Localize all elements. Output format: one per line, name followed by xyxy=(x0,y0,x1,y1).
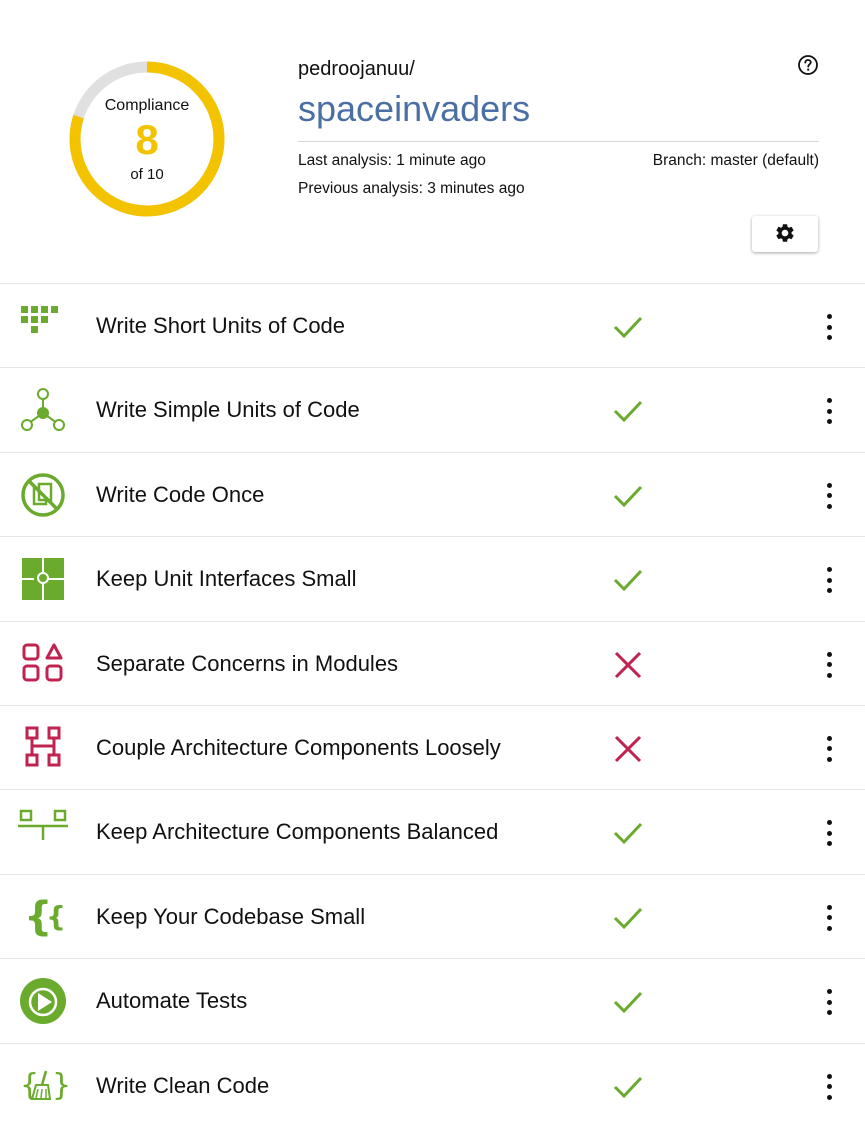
cross-icon xyxy=(612,734,644,764)
balance-icon xyxy=(18,809,68,855)
guideline-row[interactable]: Separate Concerns in Modules xyxy=(0,620,865,705)
guideline-row[interactable]: Write Code Once xyxy=(0,451,865,536)
gear-icon xyxy=(774,222,796,247)
guideline-row[interactable]: Write Short Units of Code xyxy=(0,283,865,367)
guideline-row[interactable]: { { Keep Your Codebase Small xyxy=(0,873,865,958)
guideline-label: Automate Tests xyxy=(96,988,248,1014)
guideline-label: Write Short Units of Code xyxy=(96,313,346,338)
check-icon xyxy=(612,312,644,342)
last-analysis: Last analysis: 1 minute ago xyxy=(298,152,486,169)
menu-dot xyxy=(826,324,832,330)
more-vert-icon[interactable] xyxy=(818,482,840,509)
compliance-gauge: Compliance 8 of 10 xyxy=(68,60,226,218)
header-divider xyxy=(298,141,819,142)
check-icon xyxy=(612,481,644,511)
check-icon xyxy=(612,818,644,848)
guideline-label: Keep Your Codebase Small xyxy=(96,903,366,929)
menu-dot xyxy=(826,335,832,340)
guideline-label: Separate Concerns in Modules xyxy=(96,650,399,676)
simple-units-icon xyxy=(18,387,68,433)
more-vert-icon[interactable] xyxy=(818,989,840,1016)
compliance-text: Compliance 8 of 10 xyxy=(68,60,226,218)
check-icon xyxy=(612,1072,644,1102)
menu-dot xyxy=(826,820,832,826)
menu-dot xyxy=(826,756,832,762)
puzzle-icon xyxy=(18,556,68,602)
more-vert-icon[interactable] xyxy=(818,1073,840,1100)
menu-dot xyxy=(826,672,832,678)
menu-dot xyxy=(826,841,832,847)
menu-dot xyxy=(826,925,832,931)
menu-dot xyxy=(826,1010,832,1016)
more-vert-icon[interactable] xyxy=(818,567,840,594)
menu-dot xyxy=(826,746,832,752)
menu-dot xyxy=(826,915,832,921)
compliance-label: Compliance xyxy=(104,97,190,114)
guideline-row[interactable]: { } Write Clean Code xyxy=(0,1042,865,1127)
check-icon xyxy=(612,565,644,595)
menu-dot xyxy=(826,419,832,425)
repo-owner[interactable]: pedroojanuu/ xyxy=(298,58,415,81)
menu-dot xyxy=(826,1094,832,1100)
compliance-score: 8 xyxy=(135,116,159,163)
menu-dot xyxy=(826,904,832,910)
guideline-label: Keep Architecture Components Balanced xyxy=(96,819,499,845)
play-circle-icon xyxy=(18,978,68,1025)
menu-dot xyxy=(826,735,832,741)
svg-text:{: { xyxy=(46,900,66,933)
repository-header: Compliance 8 of 10 pedroojanuu/ spaceinv… xyxy=(0,0,865,283)
menu-dot xyxy=(826,830,832,836)
cross-icon xyxy=(612,650,644,680)
guideline-label: Write Code Once xyxy=(96,481,265,507)
guideline-label: Write Simple Units of Code xyxy=(96,397,360,423)
check-icon xyxy=(612,396,644,426)
modules-icon xyxy=(18,641,68,687)
check-icon xyxy=(612,903,644,933)
menu-dot xyxy=(826,662,832,668)
guideline-row[interactable]: Automate Tests xyxy=(0,958,865,1042)
menu-dot xyxy=(826,398,832,404)
repo-name[interactable]: spaceinvaders xyxy=(298,88,530,130)
more-vert-icon[interactable] xyxy=(818,314,840,340)
help-circle-icon[interactable] xyxy=(797,54,819,76)
more-vert-icon[interactable] xyxy=(818,735,840,762)
menu-dot xyxy=(826,493,832,499)
guideline-label: Write Clean Code xyxy=(96,1072,270,1098)
menu-dot xyxy=(826,482,832,488)
menu-dot xyxy=(826,588,832,594)
menu-dot xyxy=(826,577,832,583)
more-vert-icon[interactable] xyxy=(818,651,840,678)
more-vert-icon[interactable] xyxy=(818,904,840,931)
menu-dot xyxy=(826,651,832,657)
short-units-icon xyxy=(18,303,68,349)
guideline-row[interactable]: Couple Architecture Components Loosely xyxy=(0,704,865,789)
check-icon xyxy=(612,987,644,1017)
menu-dot xyxy=(826,503,832,509)
compliance-total: of 10 xyxy=(130,166,164,183)
settings-button[interactable] xyxy=(752,216,818,252)
menu-dot xyxy=(826,408,832,414)
guidelines-list: Write Short Units of Code Write Simple U… xyxy=(0,283,865,1127)
guideline-row[interactable]: Keep Architecture Components Balanced xyxy=(0,789,865,873)
menu-dot xyxy=(826,567,832,573)
components-icon xyxy=(18,725,68,771)
svg-text:}: } xyxy=(52,1068,68,1103)
menu-dot xyxy=(826,1073,832,1079)
guideline-label: Couple Architecture Components Loosely xyxy=(96,734,501,760)
guideline-row[interactable]: Write Simple Units of Code xyxy=(0,367,865,451)
more-vert-icon[interactable] xyxy=(818,820,840,847)
broom-braces-icon: { } xyxy=(18,1063,71,1109)
more-vert-icon[interactable] xyxy=(818,398,840,425)
menu-dot xyxy=(826,314,832,319)
menu-dot xyxy=(826,1084,832,1090)
guideline-label: Keep Unit Interfaces Small xyxy=(96,566,357,592)
branch-info: Branch: master (default) xyxy=(652,152,819,169)
guideline-row[interactable]: Keep Unit Interfaces Small xyxy=(0,536,865,620)
no-duplication-icon xyxy=(18,472,68,518)
braces-icon: { { xyxy=(18,894,68,940)
menu-dot xyxy=(826,999,832,1005)
previous-analysis: Previous analysis: 3 minutes ago xyxy=(298,180,525,197)
menu-dot xyxy=(826,989,832,995)
